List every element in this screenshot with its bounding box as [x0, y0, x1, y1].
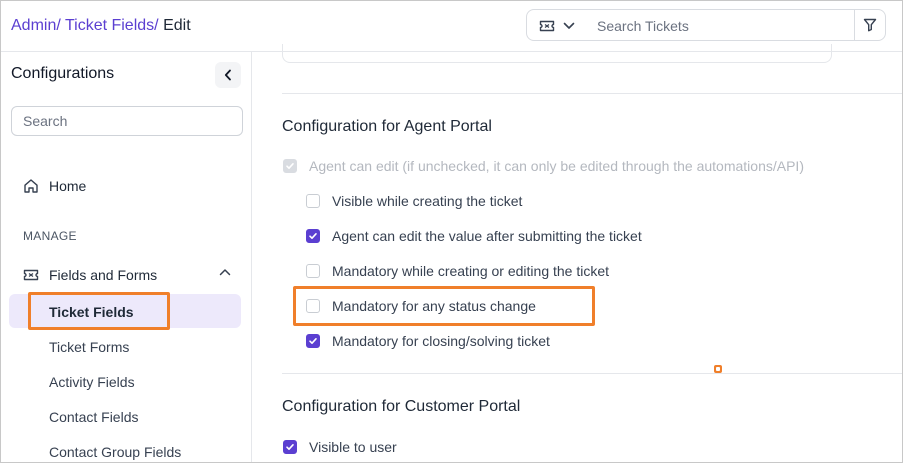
checkbox-mandatory-create-edit[interactable]	[306, 264, 320, 278]
sidebar-group-fields-and-forms[interactable]: Fields and Forms	[23, 265, 233, 285]
breadcrumb-current: Edit	[163, 17, 191, 34]
ticket-icon	[539, 20, 555, 32]
ticket-icon	[23, 268, 39, 282]
sidebar-item-contact-group-fields[interactable]: Contact Group Fields	[49, 444, 181, 460]
sidebar-section-manage: MANAGE	[23, 229, 77, 243]
option-mandatory-closing-label: Mandatory for closing/solving ticket	[332, 333, 550, 349]
agent-portal-title: Configuration for Agent Portal	[282, 118, 492, 135]
collapse-sidebar-button[interactable]	[215, 62, 241, 88]
sidebar-item-home[interactable]: Home	[23, 176, 86, 196]
ticket-search-input[interactable]	[595, 14, 849, 38]
search-type-dropdown[interactable]	[535, 16, 583, 36]
sidebar-item-ticket-forms[interactable]: Ticket Forms	[49, 339, 129, 355]
previous-section-card	[282, 44, 832, 63]
resize-handle-marker	[714, 365, 722, 373]
option-visible-while-creating[interactable]: Visible while creating the ticket	[306, 192, 522, 210]
sidebar-item-activity-fields[interactable]: Activity Fields	[49, 374, 135, 390]
sidebar-search-input[interactable]	[11, 106, 243, 136]
option-visible-while-creating-label: Visible while creating the ticket	[332, 193, 523, 209]
option-agent-can-edit: Agent can edit (if unchecked, it can onl…	[283, 157, 804, 175]
option-visible-to-user-label: Visible to user	[309, 439, 397, 455]
app-window: Admin/ Ticket Fields/ Edit Search Ticket…	[0, 0, 903, 463]
option-mandatory-closing[interactable]: Mandatory for closing/solving ticket	[306, 332, 550, 350]
option-agent-can-edit-label: Agent can edit (if unchecked, it can onl…	[309, 158, 804, 174]
customer-portal-title: Configuration for Customer Portal	[282, 398, 521, 415]
breadcrumb: Admin/ Ticket Fields/ Edit	[11, 17, 191, 35]
filter-button[interactable]	[854, 10, 885, 40]
highlight-box-ticket-fields	[28, 292, 170, 330]
ticket-search-bar	[526, 9, 886, 41]
sidebar-title: Configurations	[11, 65, 115, 82]
checkbox-agent-can-edit	[283, 159, 297, 173]
sidebar-group-label: Fields and Forms	[49, 267, 158, 283]
sidebar: Configurations Home MANAGE Fields and Fo…	[1, 52, 252, 462]
chevron-down-icon	[563, 22, 575, 29]
checkbox-agent-can-edit-after-submit[interactable]	[306, 229, 320, 243]
main-content: Configuration for Agent Portal Agent can…	[252, 44, 902, 462]
breadcrumb-admin[interactable]: Admin/	[11, 17, 61, 34]
section-divider-2	[282, 373, 902, 374]
chevron-left-icon	[224, 69, 231, 81]
section-divider	[282, 93, 902, 94]
option-mandatory-create-edit-label: Mandatory while creating or editing the …	[332, 263, 610, 279]
sidebar-item-contact-fields[interactable]: Contact Fields	[49, 409, 138, 425]
option-mandatory-create-edit[interactable]: Mandatory while creating or editing the …	[306, 262, 609, 280]
option-visible-to-user[interactable]: Visible to user	[283, 438, 397, 456]
sidebar-item-home-label: Home	[49, 178, 87, 194]
breadcrumb-ticket-fields[interactable]: Ticket Fields/	[65, 17, 159, 34]
option-agent-can-edit-after-submit[interactable]: Agent can edit the value after submittin…	[306, 227, 642, 245]
checkbox-mandatory-closing[interactable]	[306, 334, 320, 348]
chevron-up-icon	[219, 269, 231, 276]
filter-icon	[863, 18, 877, 32]
option-agent-can-edit-after-submit-label: Agent can edit the value after submittin…	[332, 228, 642, 244]
home-icon	[24, 179, 38, 193]
checkbox-visible-to-user[interactable]	[283, 440, 297, 454]
highlight-box-status-change	[293, 286, 595, 326]
checkbox-visible-while-creating[interactable]	[306, 194, 320, 208]
